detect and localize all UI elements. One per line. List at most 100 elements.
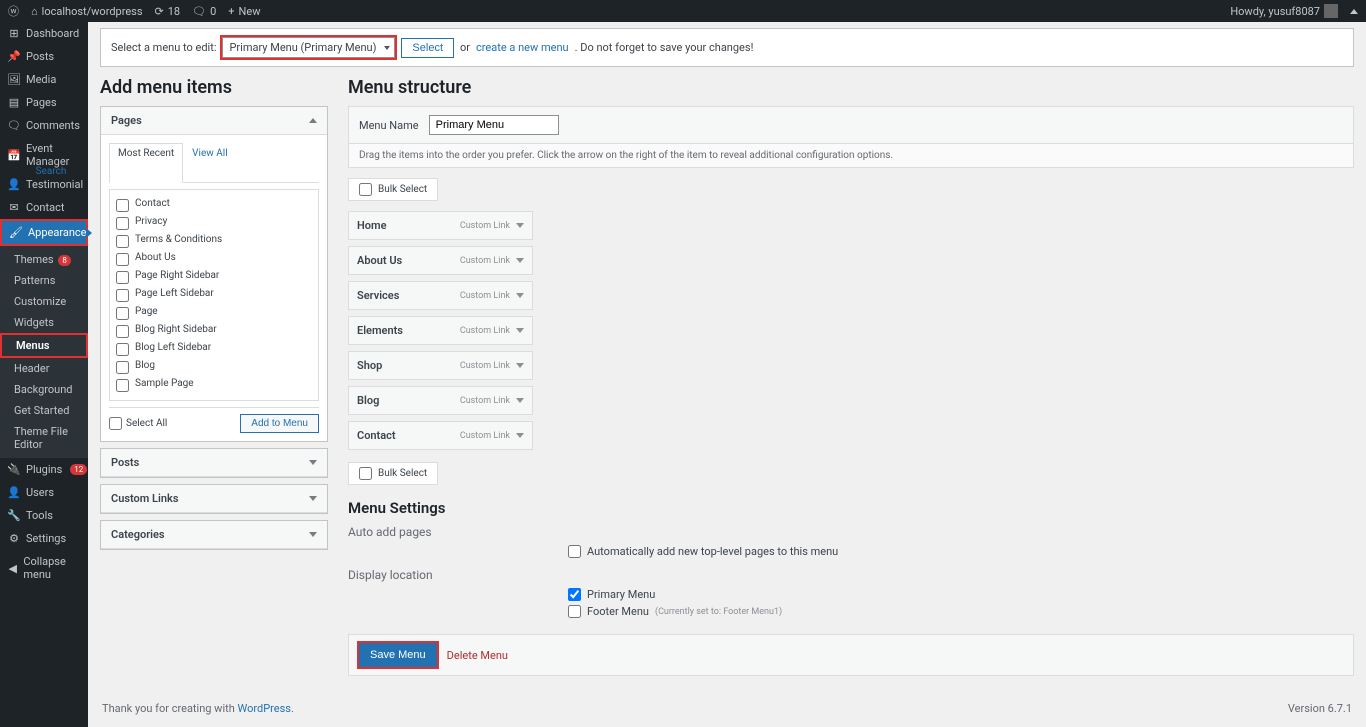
site-link[interactable]: ⌂ localhost/wordpress (31, 5, 143, 18)
new-link[interactable]: + New (228, 5, 260, 18)
chevron-down-icon (516, 223, 524, 228)
comments-link[interactable]: 🗨 0 (192, 5, 216, 18)
select-all-checkbox[interactable] (109, 417, 122, 430)
menu-name-row: Menu Name (348, 106, 1354, 144)
page-checkbox[interactable] (116, 325, 129, 338)
loc-primary-checkbox[interactable] (568, 588, 581, 601)
select-all-toggle[interactable]: Select All (109, 417, 167, 430)
nav-dashboard[interactable]: ⊞Dashboard (0, 22, 88, 45)
pages-toggle[interactable]: Pages (101, 107, 327, 135)
menu-item[interactable]: HomeCustom Link (348, 211, 533, 240)
menu-item[interactable]: BlogCustom Link (348, 386, 533, 415)
page-item[interactable]: Page Left Sidebar (116, 286, 312, 304)
page-item[interactable]: Privacy (116, 214, 312, 232)
updates-link[interactable]: ⟳ 18 (155, 5, 181, 18)
page-item[interactable]: Page Right Sidebar (116, 268, 312, 286)
nav-appearance[interactable]: 🖌Appearance (0, 219, 88, 246)
page-checkbox[interactable] (116, 235, 129, 248)
nav-event-manager[interactable]: 📅Event Manager (0, 137, 88, 173)
page-item[interactable]: About Us (116, 250, 312, 268)
page-checkbox[interactable] (116, 361, 129, 374)
page-checkbox[interactable] (116, 343, 129, 356)
loc-footer-toggle[interactable]: Footer Menu (Currently set to: Footer Me… (568, 603, 1354, 620)
menu-item[interactable]: ServicesCustom Link (348, 281, 533, 310)
menu-name-input[interactable] (429, 115, 559, 135)
nav-contact[interactable]: ✉Contact (0, 196, 88, 219)
nav-testimonial[interactable]: 👤Testimonial (0, 173, 88, 196)
subnav-themes[interactable]: Themes 8 (0, 249, 88, 270)
save-menu-button[interactable]: Save Menu (359, 643, 437, 667)
page-item[interactable]: Sample Page (116, 376, 312, 394)
chevron-down-icon (309, 532, 317, 537)
menu-name-label: Menu Name (359, 119, 419, 132)
page-label: Sample Page (135, 378, 194, 389)
tab-view-all[interactable]: View All (183, 143, 236, 182)
page-item[interactable]: Terms & Conditions (116, 232, 312, 250)
page-item[interactable]: Blog Right Sidebar (116, 322, 312, 340)
pages-checklist: ContactPrivacy Terms & Conditions About Us… (109, 189, 319, 401)
menu-item-type: Custom Link (460, 291, 510, 301)
page-checkbox[interactable] (116, 271, 129, 284)
page-checkbox[interactable] (116, 253, 129, 266)
bulk-select-checkbox[interactable] (359, 183, 372, 196)
chevron-down-icon (309, 496, 317, 501)
custom-links-toggle[interactable]: Custom Links (101, 485, 327, 513)
add-items-heading: Add menu items (100, 77, 328, 98)
categories-toggle[interactable]: Categories (101, 521, 327, 549)
page-item[interactable]: Blog Left Sidebar (116, 340, 312, 358)
page-checkbox[interactable] (116, 199, 129, 212)
menu-item[interactable]: ElementsCustom Link (348, 316, 533, 345)
nav-comments[interactable]: 🗨Comments (0, 114, 88, 137)
new-label: New (239, 5, 261, 18)
subnav-header[interactable]: Header (0, 358, 88, 379)
bulk-select-checkbox[interactable] (359, 467, 372, 480)
nav-plugins[interactable]: 🔌Plugins 12 (0, 458, 88, 481)
nav-media[interactable]: 🖼Media (0, 68, 88, 91)
page-item[interactable]: Page (116, 304, 312, 322)
caret-up-icon[interactable] (1350, 9, 1358, 14)
create-menu-link[interactable]: create a new menu (476, 41, 569, 54)
page-checkbox[interactable] (116, 217, 129, 230)
loc-primary-toggle[interactable]: Primary Menu (568, 586, 1354, 603)
subnav-menus[interactable]: Menus (0, 333, 88, 358)
page-item[interactable]: Blog (116, 358, 312, 376)
howdy-link[interactable]: Howdy, yusuf8087 (1230, 4, 1338, 18)
posts-toggle[interactable]: Posts (101, 449, 327, 477)
subnav-patterns[interactable]: Patterns (0, 270, 88, 291)
select-button[interactable]: Select (401, 38, 454, 58)
menu-item[interactable]: About UsCustom Link (348, 246, 533, 275)
chevron-down-icon (309, 460, 317, 465)
subnav-get-started[interactable]: Get Started (0, 400, 88, 421)
menu-item[interactable]: ContactCustom Link (348, 421, 533, 450)
wordpress-link[interactable]: WordPress (238, 702, 291, 715)
menu-item-type: Custom Link (460, 326, 510, 336)
subnav-customize[interactable]: Customize (0, 291, 88, 312)
bulk-select-bottom[interactable]: Bulk Select (348, 462, 438, 485)
nav-tools[interactable]: 🔧Tools (0, 504, 88, 527)
subnav-widgets[interactable]: Widgets (0, 312, 88, 333)
nav-users[interactable]: 👤Users (0, 481, 88, 504)
collapse-menu[interactable]: ◀Collapse menu (0, 550, 88, 586)
menu-select-dropdown[interactable]: Primary Menu (Primary Menu) (222, 37, 395, 58)
add-to-menu-button[interactable]: Add to Menu (240, 414, 319, 433)
tab-most-recent[interactable]: Most Recent (109, 143, 183, 183)
page-item[interactable]: Contact (116, 196, 312, 214)
subnav-theme-file-editor[interactable]: Theme File Editor (0, 421, 88, 455)
wp-logo-icon[interactable]: ⓦ (8, 3, 19, 19)
auto-add-checkbox[interactable] (568, 545, 581, 558)
loc-footer-checkbox[interactable] (568, 605, 581, 618)
update-badge: 8 (58, 255, 71, 266)
page-checkbox[interactable] (116, 289, 129, 302)
auto-add-toggle[interactable]: Automatically add new top-level pages to… (568, 543, 1354, 560)
delete-menu-link[interactable]: Delete Menu (447, 649, 508, 662)
bulk-select-top[interactable]: Bulk Select (348, 178, 438, 201)
user-icon: 👤 (8, 486, 20, 499)
nav-pages[interactable]: ▤Pages (0, 91, 88, 114)
subnav-background[interactable]: Background (0, 379, 88, 400)
menu-item[interactable]: ShopCustom Link (348, 351, 533, 380)
page-label: Terms & Conditions (135, 234, 222, 245)
page-checkbox[interactable] (116, 307, 129, 320)
nav-settings[interactable]: ⚙Settings (0, 527, 88, 550)
nav-posts[interactable]: 📌Posts (0, 45, 88, 68)
page-checkbox[interactable] (116, 379, 129, 392)
